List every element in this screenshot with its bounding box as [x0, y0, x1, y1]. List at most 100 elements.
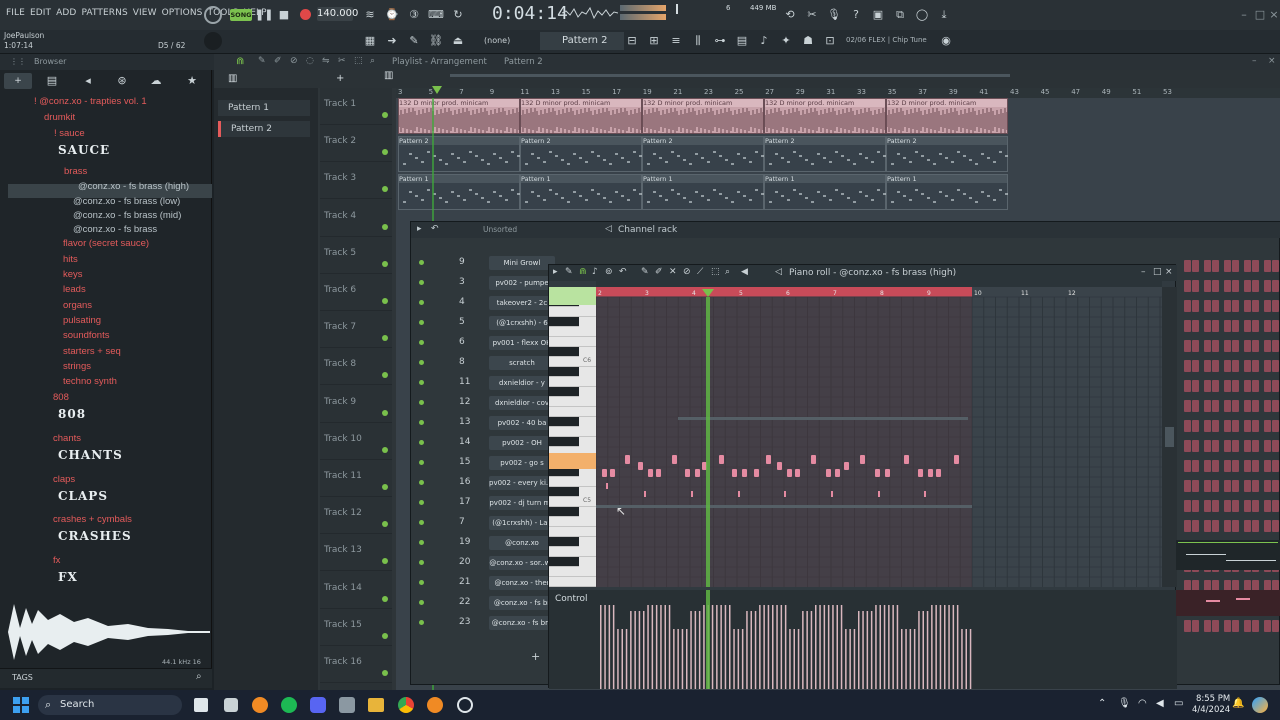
velocity-bar[interactable] [832, 605, 834, 689]
step-button[interactable] [1224, 380, 1231, 392]
browser-file[interactable]: @conz.xo - fs brass (mid) [73, 210, 181, 221]
channel-name-button[interactable]: pv002 - every ki..ds [489, 476, 555, 490]
step-button[interactable] [1264, 520, 1271, 532]
plugin-database-icon[interactable]: ⧉ [892, 7, 908, 23]
track-header[interactable]: Track 13 [320, 534, 392, 572]
step-button[interactable] [1264, 260, 1271, 272]
piano-keyboard[interactable]: C6 C5 [549, 287, 596, 587]
channel-name-button[interactable]: pv002 - 40 ba [489, 416, 555, 430]
master-pitch-knob[interactable] [204, 32, 222, 50]
velocity-bar[interactable] [681, 629, 684, 689]
channel-led[interactable] [419, 360, 424, 365]
velocity-bar[interactable] [733, 629, 735, 689]
piano-roll-note[interactable] [844, 462, 849, 470]
piano-key[interactable] [549, 547, 596, 557]
step-button[interactable] [1212, 520, 1219, 532]
slice-note-icon[interactable]: ⟋ [697, 267, 703, 277]
delete-tool-icon[interactable]: ⊘ [290, 56, 298, 66]
step-button[interactable] [1212, 360, 1219, 372]
velocity-bar[interactable] [802, 611, 804, 689]
step-button[interactable] [1232, 460, 1239, 472]
browser-cloud-icon[interactable]: ☁ [148, 73, 164, 89]
menu-options[interactable]: OPTIONS [162, 8, 203, 18]
taskbar-clock[interactable]: 8:55 PM 4/4/2024 [1192, 694, 1230, 716]
step-button[interactable] [1244, 380, 1251, 392]
channel-row[interactable]: 19 @conz.xo [419, 534, 559, 552]
piano-roll-note[interactable] [777, 462, 782, 470]
velocity-bar[interactable] [797, 629, 800, 689]
piano-roll-note-small[interactable] [924, 491, 926, 497]
step-button[interactable] [1272, 460, 1279, 472]
browser-icon[interactable]: ⊶ [712, 33, 728, 49]
step-button[interactable] [1264, 360, 1271, 372]
velocity-bar[interactable] [780, 605, 783, 689]
stop-icon[interactable]: ■ [276, 7, 292, 23]
timeline-ruler[interactable]: 3 5 7 9 11 13 15 17 19 21 23 25 27 29 31 33 35 37 39 41 43 45… [396, 88, 1280, 98]
browser-files-icon[interactable]: ▤ [44, 73, 60, 89]
piano-roll-note[interactable] [835, 469, 840, 477]
audio-clip[interactable]: 132 D minor prod. minicam [886, 98, 1008, 134]
step-button[interactable] [1232, 520, 1239, 532]
step-button[interactable] [1252, 440, 1259, 452]
step-button[interactable] [1272, 280, 1279, 292]
pattern-item-1[interactable]: Pattern 1 [218, 100, 310, 116]
channel-row[interactable]: 16 pv002 - every ki..ds [419, 474, 559, 492]
windows-start-icon[interactable] [13, 697, 29, 713]
step-button[interactable] [1192, 380, 1199, 392]
step-button[interactable] [1204, 320, 1211, 332]
step-button[interactable] [1192, 340, 1199, 352]
tempo-tapper-icon[interactable]: ☗ [800, 33, 816, 49]
channel-led[interactable] [419, 260, 424, 265]
wait-icon[interactable]: ⌚ [384, 7, 400, 23]
save-icon[interactable]: ▣ [870, 7, 886, 23]
record-icon[interactable] [300, 9, 311, 20]
channel-number[interactable]: 19 [459, 537, 470, 547]
pr-scroll-thumb[interactable] [1165, 427, 1174, 447]
track-mute-led[interactable] [382, 298, 388, 304]
step-button[interactable] [1192, 400, 1199, 412]
channel-number[interactable]: 3 [459, 277, 465, 287]
step-button[interactable] [1184, 500, 1191, 512]
step-button[interactable] [1252, 280, 1259, 292]
step-button[interactable] [1264, 280, 1271, 292]
step-button[interactable] [1192, 440, 1199, 452]
step-button[interactable] [1252, 480, 1259, 492]
track-header[interactable]: Track 3 [320, 162, 392, 200]
piano-key[interactable] [549, 537, 579, 547]
channel-led[interactable] [419, 560, 424, 565]
step-button[interactable] [1224, 440, 1231, 452]
step-button[interactable] [1264, 460, 1271, 472]
step-button[interactable] [1224, 500, 1231, 512]
velocity-bar[interactable] [655, 605, 658, 689]
velocity-bar[interactable] [690, 611, 692, 689]
step-button[interactable] [1244, 520, 1251, 532]
step-button[interactable] [1272, 400, 1279, 412]
erase-tool-icon[interactable]: ✕ [669, 267, 677, 277]
step-button[interactable] [1272, 380, 1279, 392]
velocity-bar[interactable] [720, 605, 722, 689]
channel-name-button[interactable]: (@1crxshh) - Lay [489, 516, 555, 530]
menu-patterns[interactable]: PATTERNS [81, 8, 127, 18]
step-button[interactable] [1204, 500, 1211, 512]
step-button[interactable] [1204, 280, 1211, 292]
step-button[interactable] [1252, 520, 1259, 532]
browser-folder[interactable]: claps [53, 474, 75, 485]
step-button[interactable] [1272, 440, 1279, 452]
channel-led[interactable] [419, 440, 424, 445]
piano-roll-note[interactable] [656, 469, 661, 477]
copilot-icon[interactable] [1252, 697, 1268, 713]
channel-number[interactable]: 4 [459, 297, 465, 307]
browser-back-icon[interactable]: ◂ [80, 73, 96, 89]
piano-key[interactable] [549, 417, 579, 427]
channel-row[interactable]: 15 pv002 - go s [419, 454, 559, 472]
velocity-bar[interactable] [759, 605, 761, 689]
step-button[interactable] [1244, 300, 1251, 312]
pack-logo[interactable]: SAUCE [58, 143, 110, 157]
track-mute-led[interactable] [382, 446, 388, 453]
channel-number[interactable]: 14 [459, 437, 470, 447]
track-mute-led[interactable] [382, 558, 388, 565]
pattern-clip[interactable]: Pattern 2 [520, 136, 642, 172]
piano-roll-note[interactable] [795, 469, 800, 477]
velocity-bar[interactable] [823, 605, 826, 689]
channel-name-button[interactable]: @conz.xo - fs bra [489, 616, 555, 630]
